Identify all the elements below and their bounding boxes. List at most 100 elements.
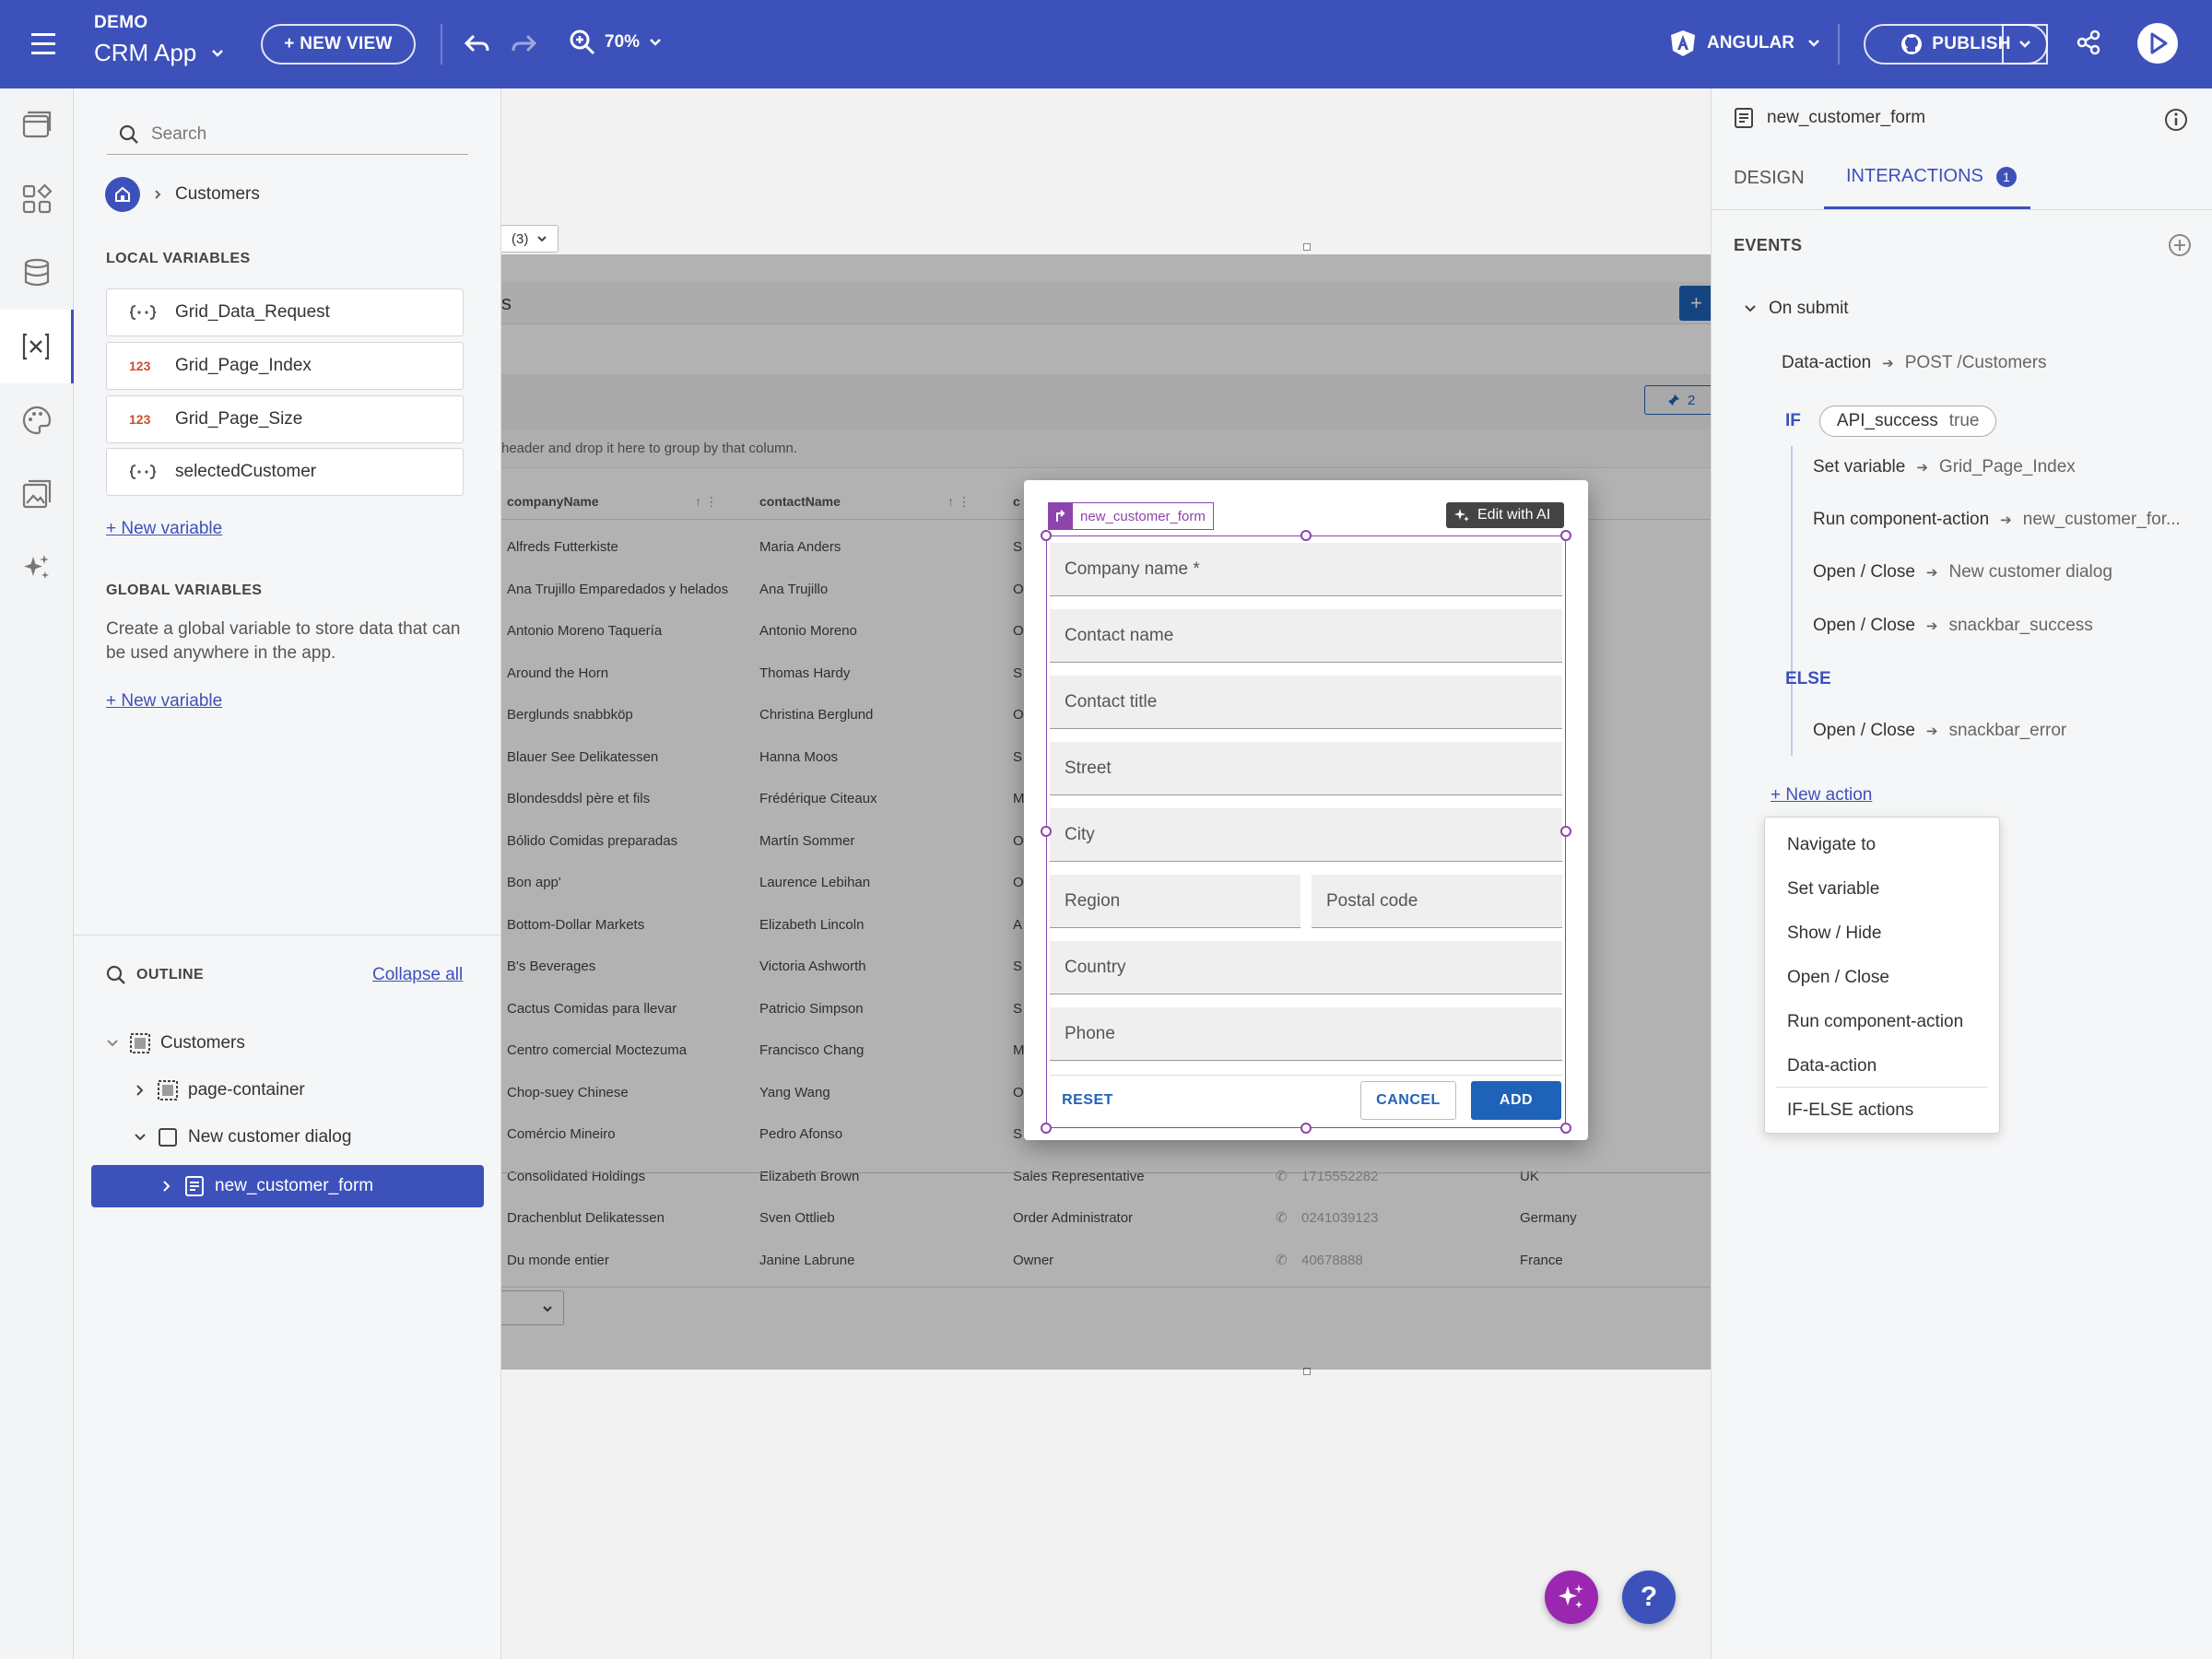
rail-variables[interactable] (0, 310, 74, 383)
cancel-button[interactable]: CANCEL (1360, 1081, 1456, 1120)
else-keyword: ELSE (1785, 669, 1831, 688)
arrow-right-icon: ➔ (2000, 512, 2012, 528)
resize-handle[interactable] (1560, 530, 1571, 541)
edit-with-ai-button[interactable]: Edit with AI (1446, 502, 1564, 528)
edit-with-ai-label: Edit with AI (1477, 507, 1551, 523)
if-action-item[interactable]: Open / Close ➔ snackbar_success (1813, 616, 2093, 636)
variable-item[interactable]: selectedCustomer (106, 448, 464, 496)
menu-item-data-action[interactable]: Data-action (1765, 1044, 1999, 1088)
variable-item[interactable]: Grid_Data_Request (106, 288, 464, 336)
phone-field[interactable]: Phone (1050, 1007, 1562, 1061)
rail-components[interactable] (0, 162, 74, 236)
new-global-variable-link[interactable]: + New variable (106, 691, 222, 712)
preview-play-button[interactable] (2136, 22, 2179, 65)
rail-theme[interactable] (0, 383, 74, 457)
rail-data[interactable] (0, 236, 74, 310)
contact-title-field[interactable]: Contact title (1050, 676, 1562, 729)
reset-button[interactable]: RESET (1055, 1081, 1120, 1120)
add-event-icon[interactable] (2167, 232, 2193, 258)
search-icon[interactable] (105, 964, 127, 986)
left-rail (0, 88, 74, 1659)
outline-item-page-container[interactable]: page-container (133, 1079, 305, 1101)
redo-icon[interactable] (507, 28, 540, 61)
variable-item[interactable]: 123 Grid_Page_Index (106, 342, 464, 390)
condition-chip[interactable]: API_success true (1818, 406, 1997, 437)
menu-item-show-hide[interactable]: Show / Hide (1765, 912, 1999, 956)
tab-interactions-label: INTERACTIONS (1846, 166, 1983, 186)
condition-value: true (1948, 411, 1980, 430)
menu-item-run-component-action[interactable]: Run component-action (1765, 1000, 1999, 1044)
if-action-item[interactable]: Run component-action ➔ new_customer_for.… (1813, 510, 2181, 530)
add-button[interactable]: ADD (1471, 1081, 1561, 1120)
resize-handle[interactable] (1560, 1123, 1571, 1134)
menu-item-navigate-to[interactable]: Navigate to (1765, 823, 1999, 867)
resize-handle[interactable] (1041, 1123, 1052, 1134)
resize-handle[interactable] (1303, 243, 1311, 251)
app-name: CRM App (94, 39, 197, 66)
outline-item-new-customer-form[interactable]: new_customer_form (91, 1165, 484, 1207)
framework-selector[interactable]: ANGULAR (1670, 29, 1822, 57)
new-local-variable-link[interactable]: + New variable (106, 519, 222, 539)
action-data-action[interactable]: Data-action ➔ POST /Customers (1782, 353, 2047, 373)
app-selector[interactable]: CRM App (94, 39, 226, 67)
menu-item-if-else-actions[interactable]: IF-ELSE actions (1765, 1088, 1999, 1133)
form-component-tag[interactable]: new_customer_form (1048, 502, 1214, 530)
publish-options-button[interactable] (2002, 24, 2048, 65)
postal-code-field[interactable]: Postal code (1312, 875, 1562, 928)
new-action-link[interactable]: + New action (1771, 785, 1872, 806)
country-field[interactable]: Country (1050, 941, 1562, 994)
tab-design[interactable]: DESIGN (1734, 168, 1805, 189)
resize-handle[interactable] (1300, 530, 1312, 541)
resize-handle[interactable] (1041, 826, 1052, 837)
chevron-down-icon[interactable] (105, 1036, 120, 1051)
chevron-right-icon[interactable] (133, 1083, 147, 1098)
browser-window-icon (22, 111, 52, 138)
undo-icon[interactable] (461, 28, 494, 61)
new-view-button[interactable]: + NEW VIEW (261, 24, 416, 65)
street-field[interactable]: Street (1050, 742, 1562, 795)
event-label: On submit (1769, 299, 1849, 318)
resize-handle[interactable] (1041, 530, 1052, 541)
select-parent-icon[interactable] (1049, 503, 1073, 529)
city-field[interactable]: City (1050, 808, 1562, 862)
search-input[interactable] (151, 124, 455, 145)
share-icon[interactable] (2074, 28, 2103, 57)
resize-handle[interactable] (1300, 1123, 1312, 1134)
collapse-all-link[interactable]: Collapse all (372, 965, 463, 985)
outline-item-new-customer-dialog[interactable]: New customer dialog (133, 1126, 351, 1148)
action-target: snackbar_error (1948, 721, 2067, 740)
company-name-field[interactable]: Company name * (1050, 543, 1562, 596)
info-icon[interactable] (2163, 107, 2189, 133)
grid-dropdown[interactable]: (3) (501, 225, 559, 253)
form-icon (1735, 108, 1753, 128)
rail-views[interactable] (0, 88, 74, 162)
palette-icon (22, 406, 52, 435)
contact-name-field[interactable]: Contact name (1050, 609, 1562, 663)
chevron-right-icon[interactable] (159, 1179, 174, 1194)
else-action-item[interactable]: Open / Close ➔ snackbar_error (1813, 721, 2066, 741)
breadcrumb-current[interactable]: Customers (175, 184, 260, 205)
menu-icon[interactable] (28, 28, 65, 61)
if-action-item[interactable]: Set variable ➔ Grid_Page_Index (1813, 457, 2076, 477)
if-condition[interactable]: IF API_success true (1785, 406, 1997, 437)
ai-assistant-button[interactable] (1545, 1571, 1598, 1624)
region-field[interactable]: Region (1050, 875, 1300, 928)
help-button[interactable]: ? (1622, 1571, 1676, 1624)
menu-item-set-variable[interactable]: Set variable (1765, 867, 1999, 912)
outline-item-customers[interactable]: Customers (105, 1032, 245, 1054)
resize-handle[interactable] (1560, 826, 1571, 837)
variable-item[interactable]: 123 Grid_Page_Size (106, 395, 464, 443)
sparkle-icon (24, 555, 49, 579)
condition-variable: API_success (1836, 411, 1938, 430)
menu-item-open-close[interactable]: Open / Close (1765, 956, 1999, 1000)
chevron-down-icon[interactable] (133, 1130, 147, 1145)
zoom-control[interactable]: 70% (568, 28, 664, 57)
rail-ai[interactable] (0, 531, 74, 605)
rail-assets[interactable] (0, 457, 74, 531)
arrow-right-icon: ➔ (1882, 356, 1894, 371)
home-button[interactable] (105, 177, 140, 212)
if-action-item[interactable]: Open / Close ➔ New customer dialog (1813, 562, 2112, 582)
outline-label: New customer dialog (188, 1127, 352, 1147)
event-on-submit[interactable]: On submit (1743, 299, 1849, 319)
tab-interactions[interactable]: INTERACTIONS 1 (1846, 166, 2017, 187)
